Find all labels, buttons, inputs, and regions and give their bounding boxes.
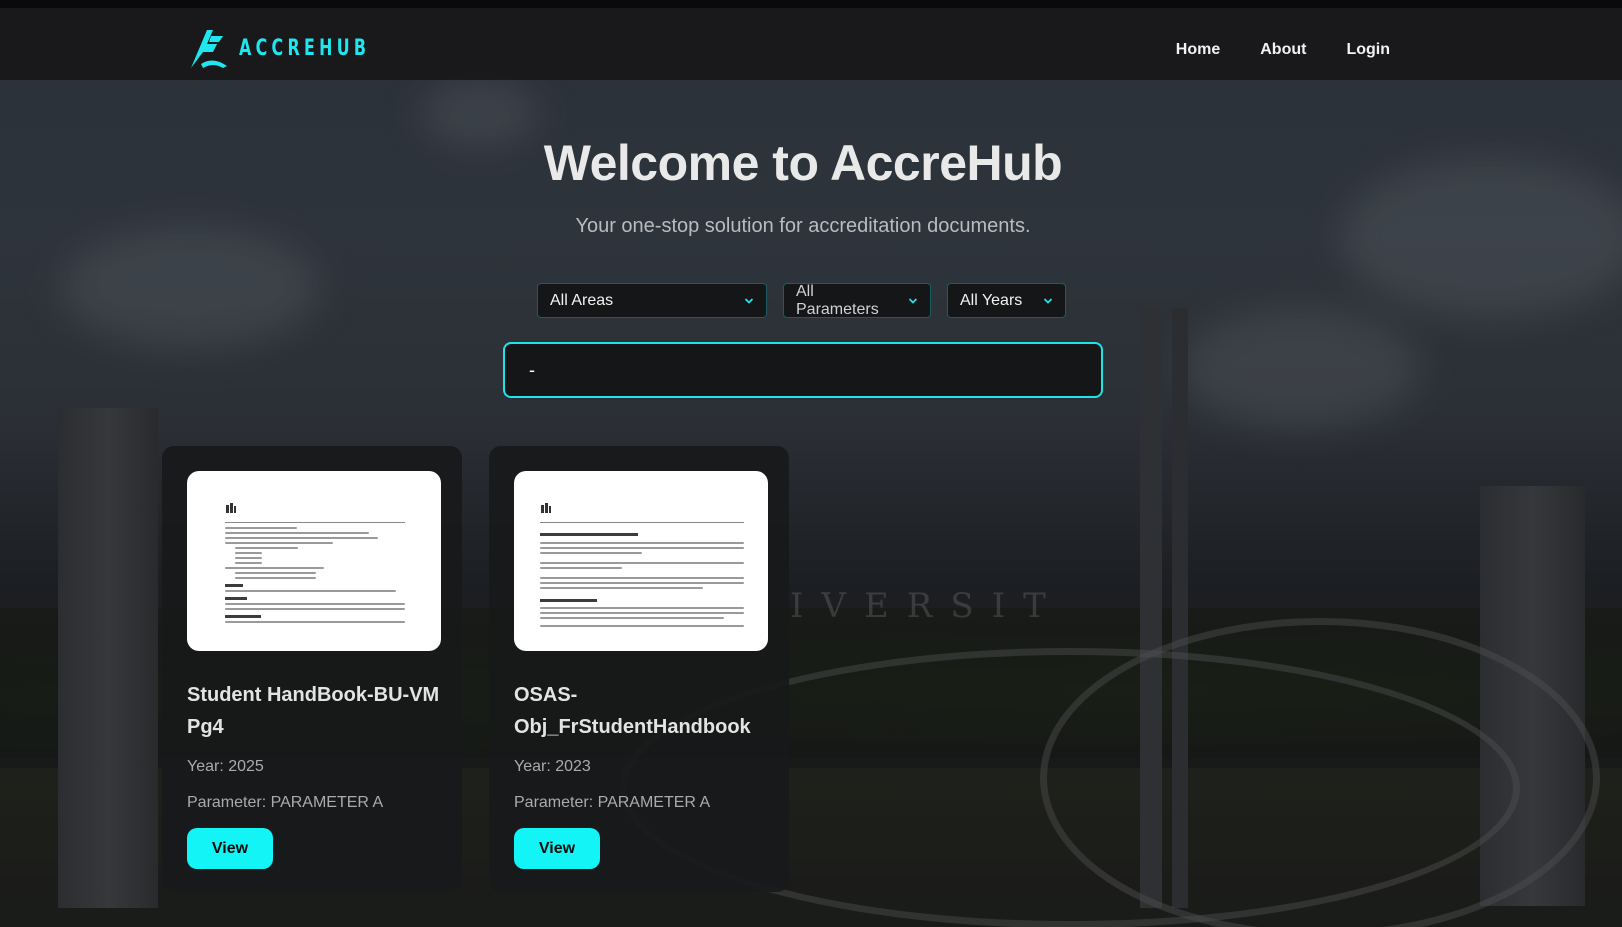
area-filter-select[interactable]: All Areas [537,283,767,318]
main-nav: Home About Login [1176,41,1390,59]
document-parameter: Parameter: PARAMETER A [514,794,711,811]
page-title: Welcome to AccreHub [543,135,1063,191]
document-card: OSAS-Obj_FrStudentHandbook Year: 2023 Pa… [489,446,789,892]
year-filter-value: All Years [960,291,1023,309]
nav-about-link[interactable]: About [1260,41,1306,59]
year-filter-select[interactable]: All Years [947,283,1066,318]
parameter-filter-select[interactable]: All Parameters [783,283,931,318]
brand-name: ACCREHUB [239,35,371,61]
view-button[interactable]: View [514,828,600,869]
document-thumbnail[interactable] [187,471,441,651]
chevron-down-icon [744,297,754,304]
document-title: Student HandBook-BU-VM Pg4 [187,684,440,738]
accrehub-logo-icon [191,30,227,68]
filter-bar: All Areas All Parameters All Years [537,283,1066,318]
chevron-down-icon [908,297,918,304]
document-card: Student HandBook-BU-VM Pg4 Year: 2025 Pa… [162,446,462,892]
document-parameter: Parameter: PARAMETER A [187,794,384,811]
page-subtitle: Your one-stop solution for accreditation… [575,215,1031,237]
university-seal-icon [541,503,551,513]
area-filter-value: All Areas [550,291,614,309]
search-input[interactable] [503,342,1103,398]
brand-logo[interactable]: ACCREHUB [187,26,421,70]
nav-login-link[interactable]: Login [1346,41,1390,59]
top-strip [0,0,1622,8]
nav-home-link[interactable]: Home [1176,41,1220,59]
document-year: Year: 2023 [514,758,591,775]
document-title: OSAS-Obj_FrStudentHandbook [514,684,751,738]
parameter-filter-value: All Parameters [796,282,879,318]
university-seal-icon [226,503,236,513]
navbar: ACCREHUB Home About Login [0,8,1622,80]
view-button[interactable]: View [187,828,273,869]
document-thumbnail[interactable] [514,471,768,651]
document-year: Year: 2025 [187,758,264,775]
chevron-down-icon [1043,297,1053,304]
